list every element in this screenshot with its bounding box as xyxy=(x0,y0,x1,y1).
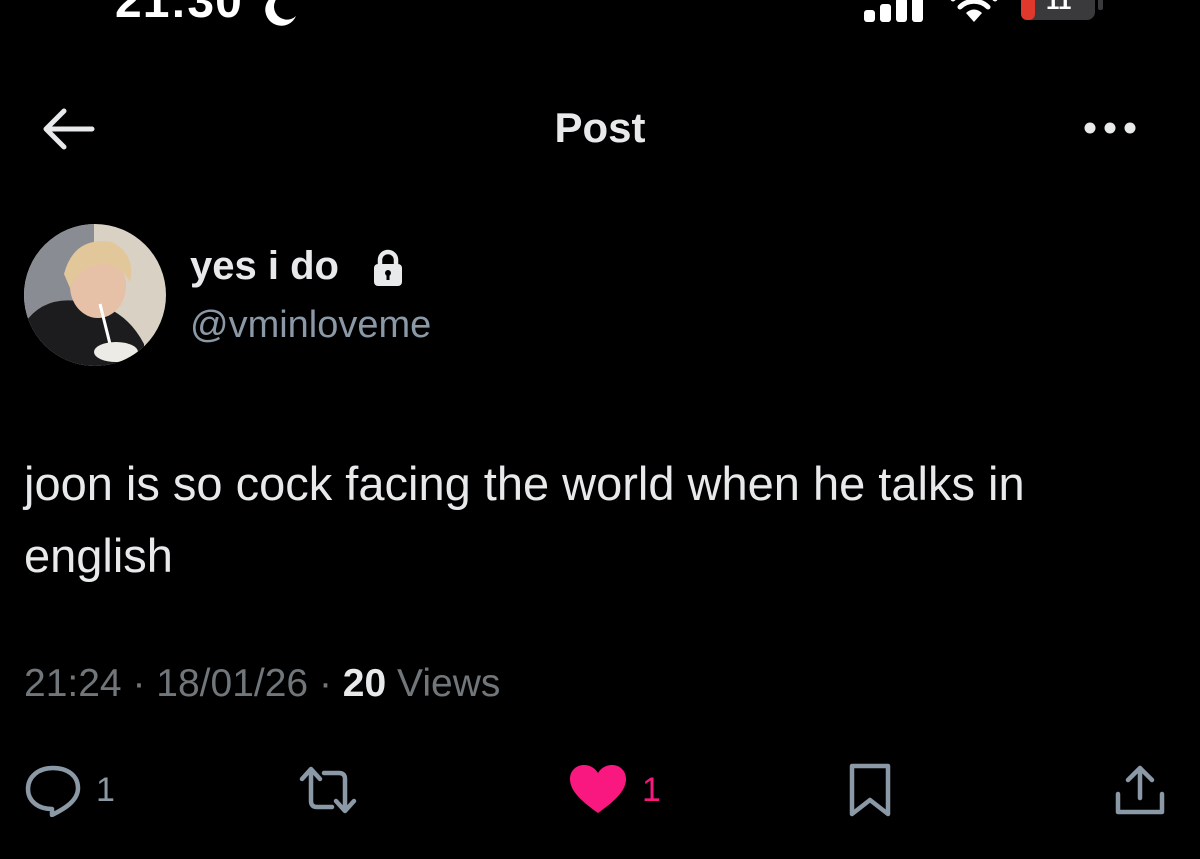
reply-button[interactable]: 1 xyxy=(24,760,115,820)
heart-icon xyxy=(570,765,626,813)
post-date: 18/01/26 xyxy=(156,662,309,705)
share-button[interactable] xyxy=(1112,760,1168,820)
like-count: 1 xyxy=(642,770,661,809)
lock-icon xyxy=(374,249,402,286)
cellular-signal-icon xyxy=(864,0,923,22)
bookmark-button[interactable] xyxy=(846,760,894,820)
views-label[interactable]: Views xyxy=(397,662,500,705)
retweet-icon xyxy=(299,766,357,814)
post-time: 21:24 xyxy=(24,662,122,705)
like-button[interactable]: 1 xyxy=(568,760,661,820)
views-count[interactable]: 20 xyxy=(343,662,386,705)
post-meta: 21:24 · 18/01/26 · 20 Views xyxy=(24,662,500,706)
reply-icon xyxy=(25,765,81,817)
author-handle[interactable]: @vminloveme xyxy=(190,304,431,347)
moon-icon xyxy=(265,0,296,26)
wifi-icon xyxy=(950,0,998,22)
author-display-name[interactable]: yes i do xyxy=(190,244,339,289)
more-options-icon[interactable] xyxy=(1080,108,1144,148)
battery-level: 11 xyxy=(1046,0,1072,15)
meta-separator: · xyxy=(132,662,146,705)
reply-count: 1 xyxy=(96,770,115,809)
status-bar-time: 21:30 xyxy=(115,0,243,28)
share-icon xyxy=(1115,765,1165,815)
avatar[interactable] xyxy=(24,224,166,366)
battery-icon: 11 xyxy=(1020,0,1104,24)
retweet-button[interactable] xyxy=(298,760,358,820)
bookmark-icon xyxy=(849,763,891,817)
page-title: Post xyxy=(554,104,646,151)
meta-separator: · xyxy=(318,662,332,705)
post-text: joon is so cock facing the world when he… xyxy=(24,457,1025,582)
